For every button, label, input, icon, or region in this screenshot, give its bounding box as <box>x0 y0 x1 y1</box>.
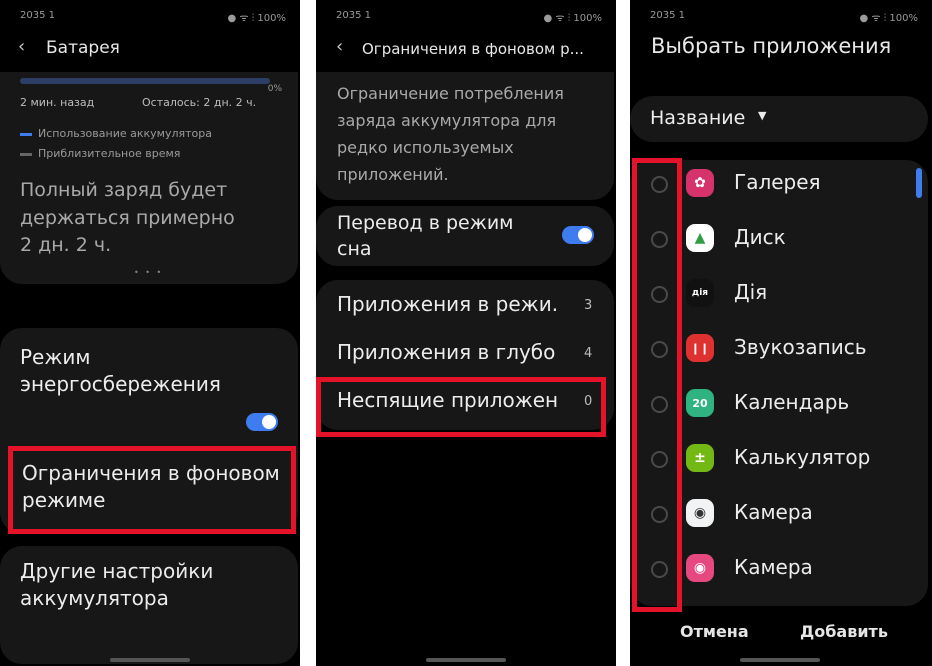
background-limits-item[interactable]: Ограничения в фоновом режиме <box>22 460 290 514</box>
status-icons: ● ᯤ ⫶ 100% <box>859 13 918 24</box>
status-bar: 2035 1 ● ᯤ ⫶ 100% <box>0 8 300 24</box>
sort-bar[interactable]: Название ▼ <box>630 96 928 142</box>
sleep-mode-card: Перевод в режим сна <box>316 206 614 266</box>
app-name: Камера <box>734 555 813 579</box>
status-time: 2035 1 <box>20 10 55 21</box>
app-name: Календарь <box>734 390 850 414</box>
battery-screen: 2035 1 ● ᯤ ⫶ 100% ‹ Батарея 0% 2 мин. на… <box>0 0 300 666</box>
app-name: Дія <box>734 280 768 304</box>
status-bar: 2035 1 ● ᯤ ⫶ 100% <box>316 8 616 24</box>
description-card: Ограничение потребления заряда аккумулят… <box>316 72 614 200</box>
page-title: Ограничения в фоновом р... <box>362 40 584 58</box>
legend-estimate: Приблизительное время <box>20 147 180 160</box>
drive-icon: ▲ <box>686 224 714 252</box>
legend-usage: Использование аккумулятора <box>20 127 212 140</box>
usage-graph <box>20 78 270 84</box>
sleep-mode-label[interactable]: Перевод в режим сна <box>337 210 537 262</box>
status-time: 2035 1 <box>336 10 371 21</box>
page-indicator: • • • <box>134 268 164 277</box>
background-limits-screen: 2035 1 ● ᯤ ⫶ 100% ‹ Ограничения в фоново… <box>316 0 616 666</box>
diia-icon: дія <box>686 279 714 307</box>
power-saving-toggle[interactable] <box>246 413 278 431</box>
app-name: Диск <box>734 225 786 249</box>
other-settings-item[interactable]: Другие настройки аккумулятора <box>20 558 250 612</box>
app-name: Звукозапись <box>734 335 867 359</box>
power-saving-label[interactable]: Режим энергосбережения <box>20 344 240 398</box>
graph-percent: 0% <box>267 84 282 94</box>
time-ago: 2 мин. назад <box>20 96 95 109</box>
page-title: Батарея <box>46 38 120 58</box>
list-item-label: Неспящие приложен... <box>337 388 557 412</box>
remaining-time: Осталось: 2 дн. 2 ч. <box>142 96 257 109</box>
microphone-icon: ❙❙ <box>686 334 714 362</box>
home-indicator[interactable] <box>110 658 190 662</box>
status-icons: ● ᯤ ⫶ 100% <box>543 13 602 24</box>
home-indicator[interactable] <box>426 658 506 662</box>
list-item-label: Приложения в глубо... <box>337 340 557 364</box>
flower-icon: ✿ <box>686 169 714 197</box>
select-apps-screen: 2035 1 ● ᯤ ⫶ 100% Выбрать приложения Наз… <box>630 0 932 666</box>
calendar-icon: 20 <box>686 389 714 417</box>
cancel-button[interactable]: Отмена <box>680 622 749 641</box>
page-title: Выбрать приложения <box>651 34 892 58</box>
sleep-mode-toggle[interactable] <box>562 226 594 244</box>
list-item-count: 3 <box>584 298 593 313</box>
caret-down-icon[interactable]: ▼ <box>758 109 766 122</box>
other-settings-card: Другие настройки аккумулятора <box>0 546 298 664</box>
calculator-icon: ± <box>686 444 714 472</box>
legend-swatch <box>20 152 32 156</box>
list-item-label: Приложения в режи... <box>337 292 557 316</box>
legend-swatch <box>20 132 32 136</box>
description-text: Ограничение потребления заряда аккумулят… <box>337 84 564 184</box>
list-item-count: 4 <box>584 346 593 361</box>
full-charge-text: Полный заряд будет держаться примерно <box>20 179 235 229</box>
camera-icon: ◉ <box>686 554 714 582</box>
list-item-count: 0 <box>584 394 593 409</box>
home-indicator[interactable] <box>740 658 820 662</box>
battery-usage-card: 0% 2 мин. назад Осталось: 2 дн. 2 ч. Исп… <box>0 72 298 284</box>
app-name: Калькулятор <box>734 445 871 469</box>
full-charge-value: 2 дн. 2 ч. <box>20 234 112 256</box>
legend-label: Использование аккумулятора <box>38 127 212 140</box>
status-icons: ● ᯤ ⫶ 100% <box>227 13 286 24</box>
sort-label: Название <box>650 107 746 129</box>
status-bar: 2035 1 ● ᯤ ⫶ 100% <box>630 8 932 24</box>
back-arrow-icon[interactable]: ‹ <box>18 36 25 57</box>
add-button[interactable]: Добавить <box>800 622 888 641</box>
status-time: 2035 1 <box>650 10 685 21</box>
app-name: Камера <box>734 500 813 524</box>
app-name: Галерея <box>734 170 821 194</box>
legend-label: Приблизительное время <box>38 147 181 160</box>
camera-icon: ◉ <box>686 499 714 527</box>
highlight-frame <box>632 158 682 612</box>
back-arrow-icon[interactable]: ‹ <box>336 36 343 57</box>
